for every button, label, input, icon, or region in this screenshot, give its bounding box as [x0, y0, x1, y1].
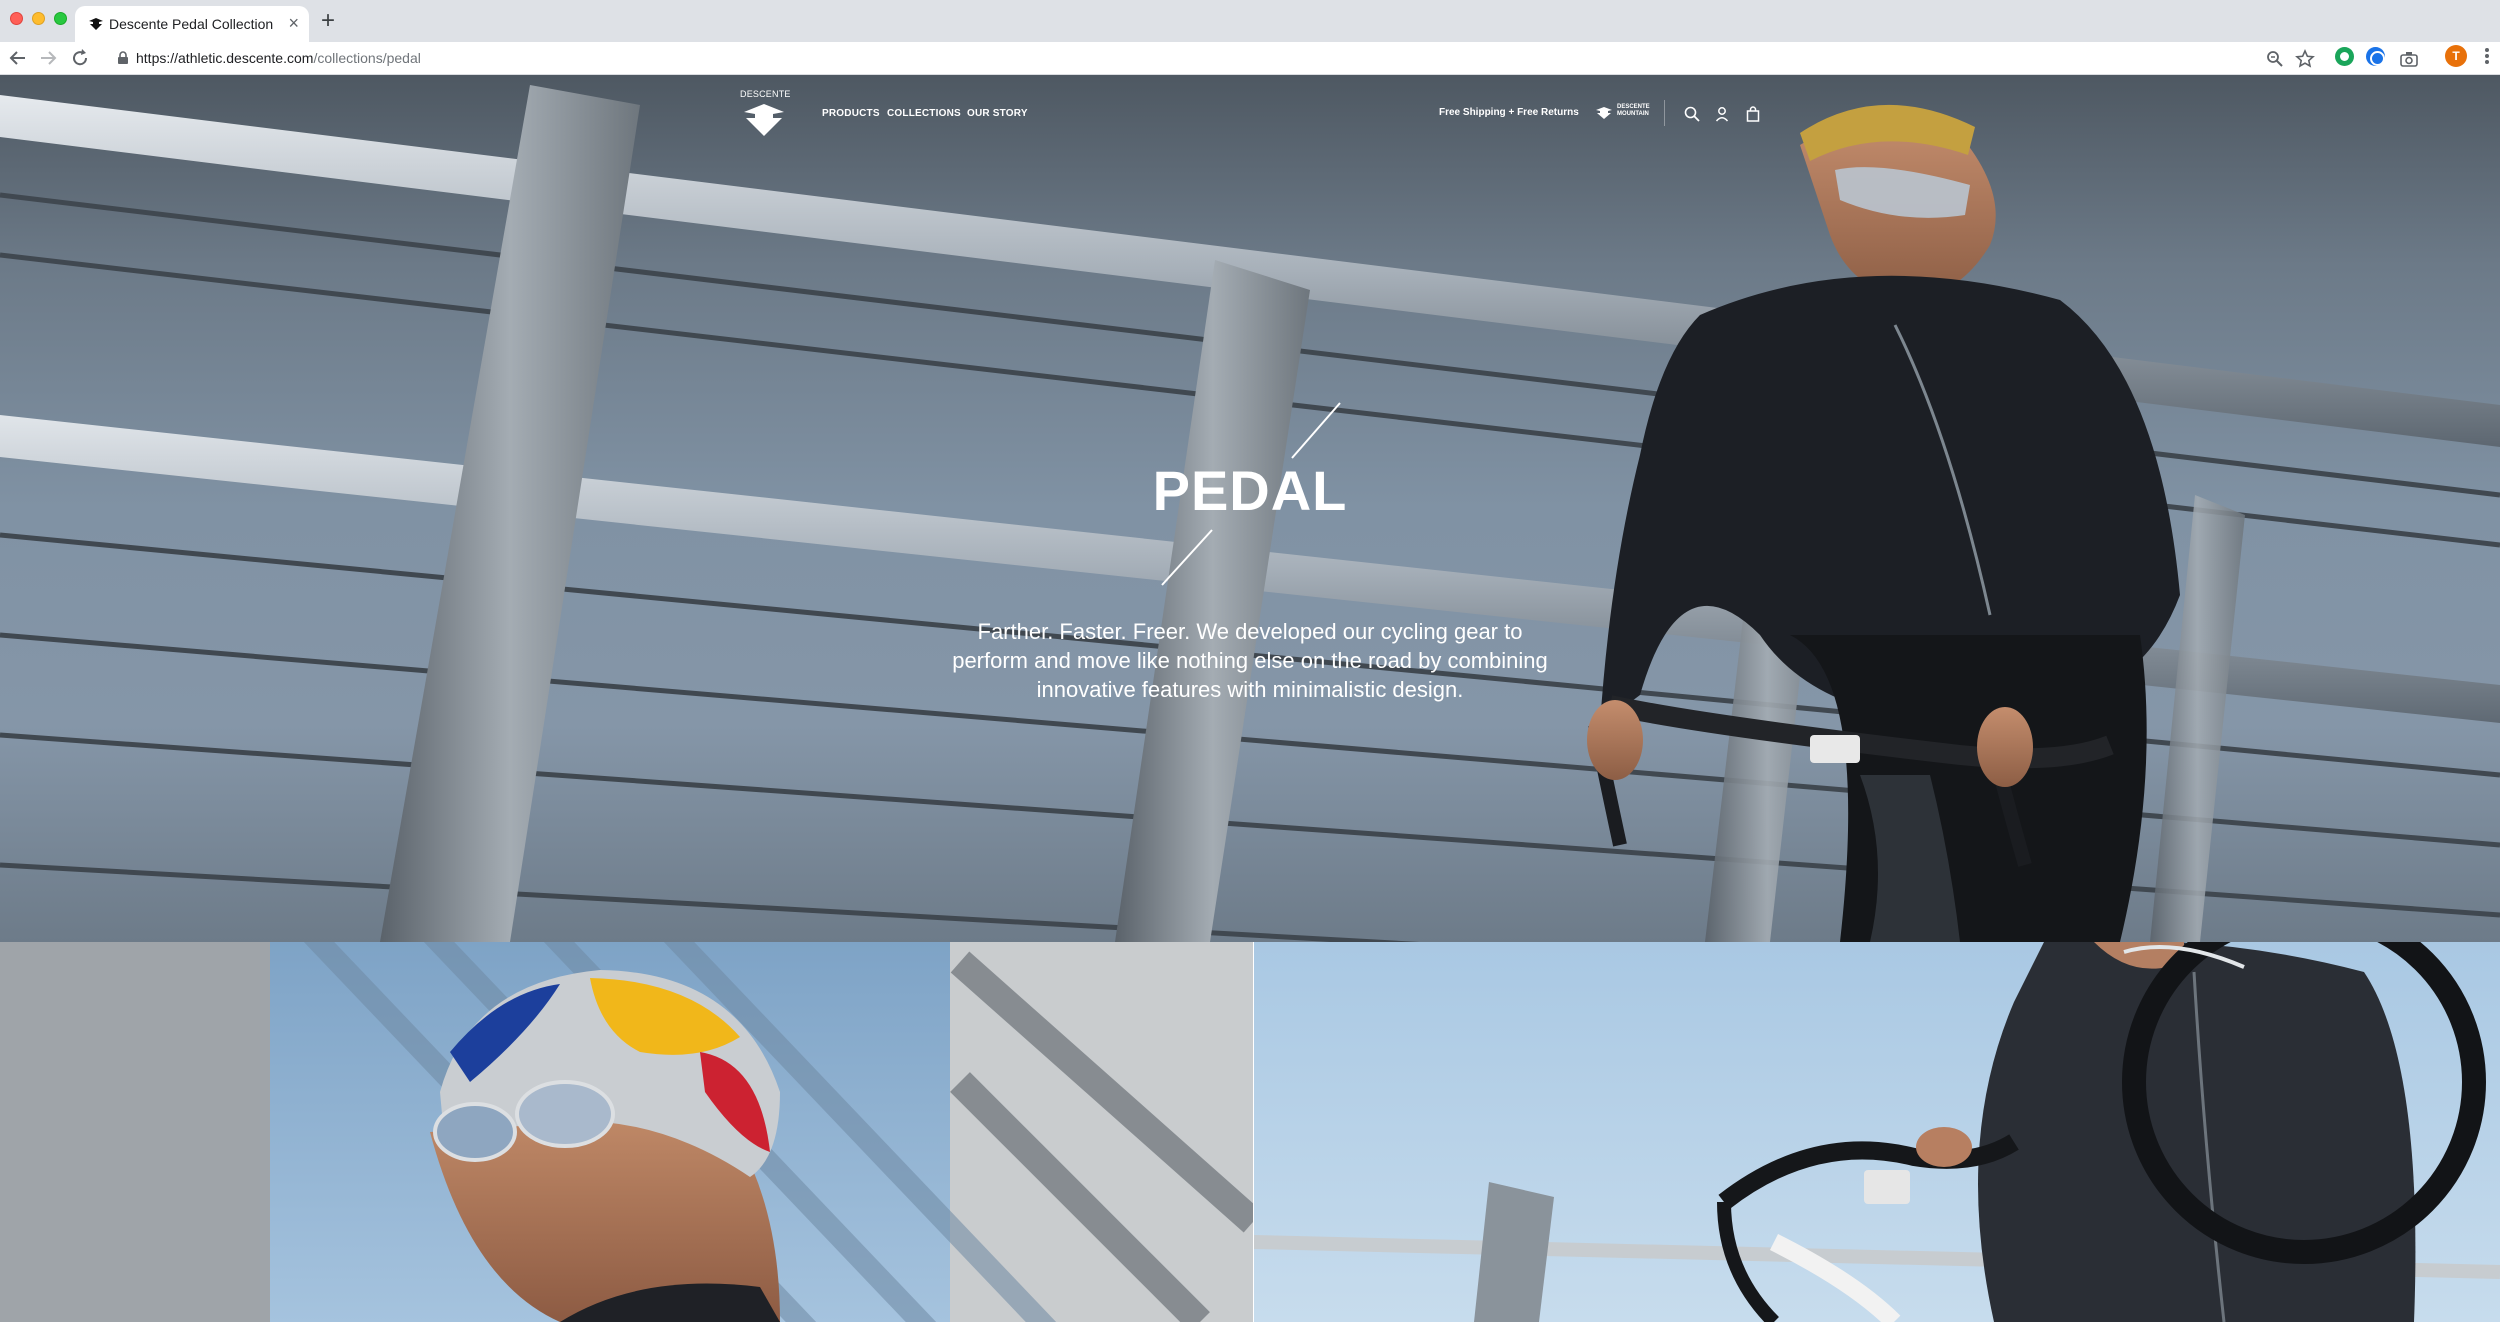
- sub-brand-line: DESCENTE: [1617, 104, 1650, 110]
- descente-favicon-icon: [89, 18, 103, 30]
- back-icon[interactable]: [6, 47, 30, 69]
- reload-icon[interactable]: [68, 47, 92, 69]
- lock-icon: [118, 51, 128, 64]
- sub-brand-label: DESCENTE MOUNTAIN: [1617, 104, 1650, 118]
- zoom-icon[interactable]: [2264, 49, 2286, 69]
- star-icon[interactable]: [2294, 49, 2316, 69]
- extension-icon[interactable]: [2335, 47, 2354, 66]
- collection-tile-helmet[interactable]: [0, 942, 1253, 1322]
- page-title: PEDAL: [1152, 459, 1348, 522]
- descente-logo-icon[interactable]: [740, 88, 788, 142]
- tab-title: Descente Pedal Collection: [109, 16, 274, 32]
- window-minimize-button[interactable]: [32, 12, 45, 25]
- site-header: DESCENTE PRODUCTS COLLECTIONS OUR STORY …: [0, 75, 2500, 147]
- url-path: /collections/pedal: [313, 50, 421, 66]
- camera-icon[interactable]: [2398, 49, 2420, 69]
- account-icon[interactable]: [1713, 105, 1731, 123]
- hero-description: Farther. Faster. Freer. We developed our…: [952, 619, 1548, 702]
- tab-close-icon[interactable]: ×: [288, 13, 299, 33]
- bag-icon[interactable]: [1744, 105, 1762, 123]
- forward-icon[interactable]: [36, 47, 60, 69]
- browser-tab-bar: Descente Pedal Collection × +: [0, 0, 2500, 42]
- sub-brand-line: MOUNTAIN: [1617, 111, 1649, 117]
- nav-products[interactable]: PRODUCTS: [822, 108, 880, 119]
- nav-our-story[interactable]: OUR STORY: [967, 108, 1028, 119]
- extension-icon[interactable]: [2366, 47, 2385, 66]
- menu-icon[interactable]: [2482, 45, 2492, 67]
- url-host: https://athletic.descente.com: [136, 50, 314, 66]
- browser-tab-active[interactable]: Descente Pedal Collection ×: [75, 6, 309, 42]
- helmet-rider-image: [0, 942, 1253, 1322]
- header-divider: [1664, 100, 1665, 126]
- nav-collections[interactable]: COLLECTIONS: [887, 108, 961, 119]
- profile-avatar[interactable]: T: [2445, 45, 2467, 67]
- window-close-button[interactable]: [10, 12, 23, 25]
- bike-carry-image: [1254, 942, 2500, 1322]
- new-tab-button[interactable]: +: [321, 8, 335, 34]
- address-bar[interactable]: https://athletic.descente.com/collection…: [106, 46, 2446, 71]
- browser-toolbar: https://athletic.descente.com/collection…: [0, 42, 2500, 75]
- free-shipping-link[interactable]: Free Shipping + Free Returns: [1439, 107, 1579, 118]
- search-icon[interactable]: [1683, 105, 1701, 123]
- collection-tile-jersey[interactable]: [1254, 942, 2500, 1322]
- url-text: https://athletic.descente.com/collection…: [136, 50, 421, 66]
- window-zoom-button[interactable]: [54, 12, 67, 25]
